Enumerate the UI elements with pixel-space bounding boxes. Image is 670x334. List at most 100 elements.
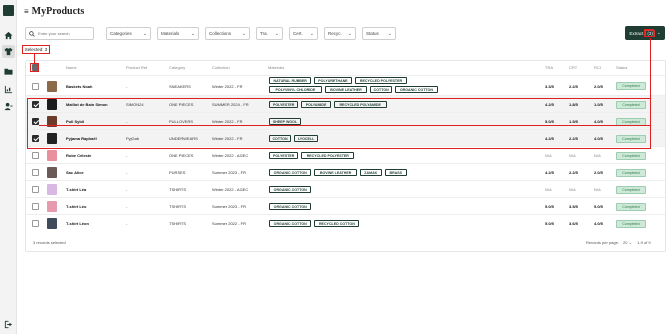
material-tag: BOVINE LEATHER [314, 169, 357, 176]
material-tag: RECYCLED COTTON [314, 220, 360, 227]
table-row[interactable]: Baskets Noah - SNEAKERS Winter 2022 - FR 3.3… [26, 75, 665, 95]
table-row[interactable]: T-shirt Léo - TSHIRTS Summer 2023 - FR 5.0/5… [26, 197, 665, 214]
product-collection: Summer 2023 - FR [212, 204, 247, 209]
pagination: Records per page: 20 ⌄ 1-9 of 9 [586, 240, 651, 245]
material-tag: POLYVINYL CHLORIDE [269, 86, 322, 93]
product-category: ONE PIECES [169, 153, 194, 158]
material-tag: ORGANIC COTTON [269, 186, 312, 193]
row-checkbox[interactable] [32, 203, 39, 210]
table-header: Name Product Ref Category Collection Mat… [26, 61, 665, 74]
filter-certification[interactable]: Cert. ⌄ [289, 27, 318, 40]
product-ref: - [126, 153, 128, 158]
crt-score: N/A [569, 153, 576, 158]
table-row[interactable]: Sac Alice - PURSES Summer 2023 - FR 4.2/5 2.2… [26, 163, 665, 180]
col-header-collection[interactable]: Collection [212, 65, 230, 70]
annotation-rows-box [27, 98, 651, 149]
tra-score: N/A [545, 187, 552, 192]
analytics-icon[interactable] [3, 84, 14, 95]
page-header: ≡ MyProducts [24, 5, 84, 17]
col-header-materials[interactable]: Materials [268, 65, 284, 70]
rci-score: N/A [594, 153, 601, 158]
status-badge: Completed [616, 185, 646, 194]
crt-score: 2.2/5 [569, 170, 578, 175]
product-category: PURSES [169, 170, 186, 175]
chevron-down-icon: ⌄ [309, 30, 314, 37]
status-badge: Completed [616, 219, 646, 228]
product-category: TSHIRTS [169, 221, 187, 226]
product-thumbnail [47, 218, 57, 229]
row-checkbox[interactable] [32, 186, 39, 193]
tra-score: 5.0/5 [545, 204, 554, 209]
rci-score: 4.0/5 [594, 221, 603, 226]
table-row[interactable]: T-shirt Léa - TSHIRTS Winter 2022 - AGEC N/A… [26, 180, 665, 197]
col-header-category[interactable]: Category [169, 65, 185, 70]
row-checkbox[interactable] [32, 82, 39, 90]
col-header-status[interactable]: Status [616, 65, 627, 70]
row-checkbox[interactable] [32, 152, 39, 159]
product-collection: Winter 2022 - AGEC [212, 187, 249, 192]
per-page-select[interactable]: 20 [623, 240, 627, 245]
annotation-arrow [34, 54, 35, 63]
search-input[interactable] [38, 31, 93, 36]
product-name: T-shirt Léon [66, 221, 89, 226]
product-thumbnail [47, 201, 57, 212]
material-tag: ORGANIC COTTON [395, 86, 438, 93]
sidebar [0, 0, 17, 334]
annotation-select-all-box [30, 63, 39, 72]
annotation-connector [650, 38, 651, 126]
page-title: MyProducts [31, 5, 85, 17]
search-box[interactable] [25, 27, 94, 40]
crt-score: 2.2/5 [569, 83, 578, 89]
filter-materials[interactable]: Materials ⌄ [157, 27, 199, 40]
product-ref: - [126, 83, 128, 89]
product-category: SNEAKERS [169, 83, 191, 89]
rci-score: 5.0/5 [594, 204, 603, 209]
product-name: Baskets Noah [66, 83, 93, 89]
col-header-ref[interactable]: Product Ref [126, 65, 147, 70]
crt-score: 3.6/5 [569, 221, 578, 226]
filter-collections[interactable]: Collections ⌄ [205, 27, 250, 40]
filter-traceability[interactable]: Tra. ⌄ [256, 27, 283, 40]
search-icon [29, 30, 35, 37]
tra-score: N/A [545, 153, 552, 158]
users-icon[interactable] [3, 101, 14, 112]
chevron-down-icon: ⌄ [387, 30, 392, 37]
product-ref: - [126, 221, 128, 226]
col-header-rci[interactable]: RCI [594, 65, 601, 70]
folder-icon[interactable] [3, 66, 14, 77]
col-header-tra[interactable]: TRA [545, 65, 553, 70]
home-icon[interactable] [3, 30, 14, 41]
menu-icon[interactable]: ≡ [24, 7, 29, 16]
product-thumbnail [47, 167, 57, 178]
tra-score: 4.2/5 [545, 170, 554, 175]
filter-status[interactable]: Status ⌄ [362, 27, 396, 40]
annotation-export-box [644, 29, 654, 37]
logo [3, 5, 14, 16]
row-checkbox[interactable] [32, 220, 39, 227]
product-name: Robe Céleste [66, 153, 92, 158]
col-header-crt[interactable]: CRT [569, 65, 577, 70]
product-ref: - [126, 204, 128, 209]
chevron-down-icon: ⌄ [241, 30, 246, 37]
rci-score: N/A [594, 187, 601, 192]
material-tag: ZAMAK [359, 169, 382, 176]
material-tag: RECYCLED POLYESTER [354, 77, 408, 84]
chevron-down-icon: ⌄ [190, 30, 195, 37]
filter-recyclability[interactable]: Recyc. ⌄ [324, 27, 356, 40]
tra-score: 3.3/5 [545, 83, 554, 89]
col-header-name[interactable]: Name [66, 65, 77, 70]
material-tag: POLYURETHANE [314, 77, 352, 84]
product-collection: Winter 2022 - FR [212, 83, 243, 89]
product-collection: Summer 2022 - FR [212, 221, 247, 226]
table-row[interactable]: T-shirt Léon - TSHIRTS Summer 2022 - FR 5.0/… [26, 214, 665, 231]
product-name: T-shirt Léa [66, 187, 87, 192]
material-tag: NATURAL RUBBER [269, 77, 312, 84]
logout-icon[interactable] [3, 319, 14, 330]
filter-categories[interactable]: Categories ⌄ [106, 27, 151, 40]
row-checkbox[interactable] [32, 169, 39, 176]
rci-score: 2.0/5 [594, 83, 603, 89]
tshirt-icon[interactable] [2, 45, 15, 58]
status-badge: Completed [616, 202, 646, 211]
chevron-down-icon: ⌄ [274, 30, 279, 37]
product-collection: Winter 2022 - AGEC [212, 153, 249, 158]
